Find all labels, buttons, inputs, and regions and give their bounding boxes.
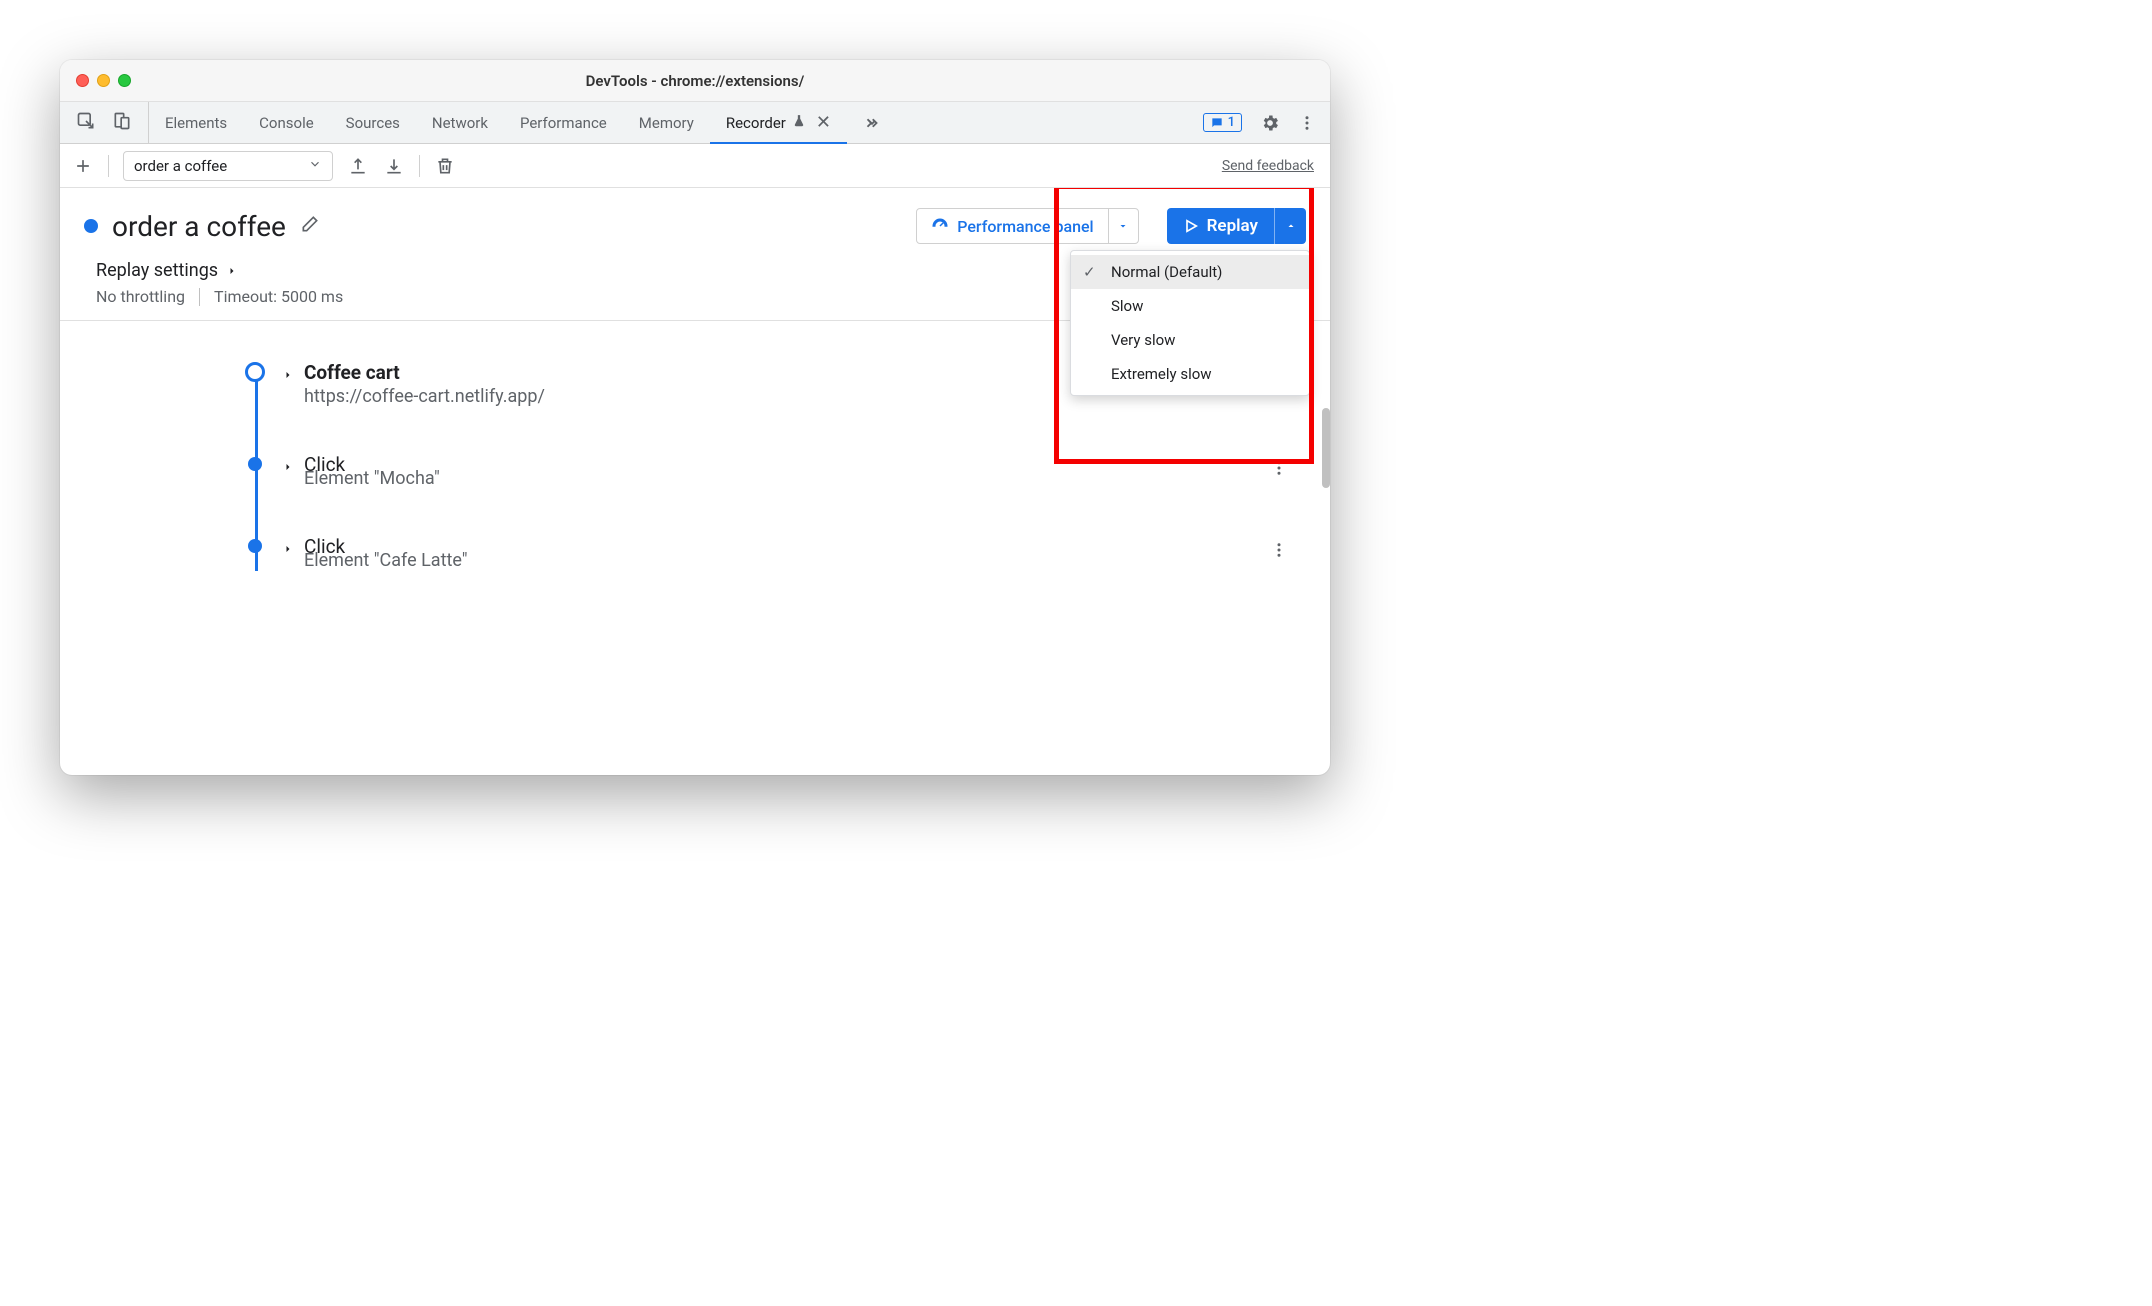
performance-panel-main[interactable]: Performance panel — [917, 209, 1107, 243]
timeline-node — [245, 362, 265, 382]
speed-option-very-slow[interactable]: ✓ Very slow — [1071, 323, 1309, 357]
step-subtitle: Element "Cafe Latte" — [304, 550, 468, 571]
throttling-value: No throttling — [96, 287, 185, 306]
step-title: Click — [304, 535, 317, 548]
step-title: Click — [304, 453, 317, 466]
replay-button[interactable]: Replay — [1167, 208, 1306, 244]
timeline-node — [248, 539, 262, 553]
tabs-right-tools: 1 — [1189, 102, 1330, 143]
replay-label: Replay — [1207, 216, 1258, 236]
chevron-down-icon — [308, 157, 322, 175]
recording-select[interactable]: order a coffee — [123, 151, 333, 181]
minimize-window-button[interactable] — [97, 74, 110, 87]
recording-select-label: order a coffee — [134, 157, 227, 175]
speed-option-slow[interactable]: ✓ Slow — [1071, 289, 1309, 323]
devtools-window: DevTools - chrome://extensions/ Elements… — [60, 60, 1330, 775]
issues-badge[interactable]: 1 — [1203, 113, 1242, 132]
edit-title-icon[interactable] — [300, 214, 320, 238]
replay-speed-menu: ✓ Normal (Default) ✓ Slow ✓ Very slow ✓ … — [1070, 250, 1310, 396]
export-icon[interactable] — [347, 155, 369, 177]
close-tab-icon[interactable]: ✕ — [816, 112, 831, 133]
titlebar: DevTools - chrome://extensions/ — [60, 60, 1330, 102]
issues-count: 1 — [1228, 115, 1235, 130]
maximize-window-button[interactable] — [118, 74, 131, 87]
new-recording-icon[interactable] — [72, 155, 94, 177]
tab-console[interactable]: Console — [243, 102, 330, 143]
import-icon[interactable] — [383, 155, 405, 177]
more-menu-icon[interactable] — [1298, 114, 1316, 132]
flask-icon — [792, 114, 806, 132]
replay-main[interactable]: Replay — [1167, 208, 1274, 244]
speed-option-normal[interactable]: ✓ Normal (Default) — [1071, 255, 1309, 289]
replay-settings-label: Replay settings — [96, 260, 218, 281]
step-title: Coffee cart — [304, 361, 545, 384]
settings-icon[interactable] — [1260, 113, 1280, 133]
recorder-toolbar: order a coffee Send feedback — [60, 144, 1330, 188]
expand-step-icon[interactable] — [282, 458, 294, 477]
tab-network[interactable]: Network — [416, 102, 504, 143]
tab-recorder[interactable]: Recorder ✕ — [710, 102, 847, 143]
traffic-lights — [76, 74, 131, 87]
recording-status-dot — [84, 219, 98, 233]
chevron-right-icon — [226, 265, 238, 277]
step-subtitle: https://coffee-cart.netlify.app/ — [304, 386, 545, 407]
check-icon: ✓ — [1083, 263, 1099, 281]
performance-panel-dropdown[interactable] — [1108, 209, 1138, 243]
close-window-button[interactable] — [76, 74, 89, 87]
performance-panel-label: Performance panel — [957, 217, 1093, 236]
divider — [419, 155, 420, 177]
step-row[interactable]: Click Element "Mocha" — [240, 453, 1294, 489]
tab-sources[interactable]: Sources — [330, 102, 416, 143]
inspect-icon[interactable] — [76, 111, 96, 135]
speed-option-label: Slow — [1111, 297, 1143, 315]
recording-header: order a coffee Performance panel Replay — [60, 188, 1330, 252]
speed-option-label: Normal (Default) — [1111, 263, 1222, 281]
speed-option-extremely-slow[interactable]: ✓ Extremely slow — [1071, 357, 1309, 391]
inspect-tools — [60, 102, 149, 143]
tab-recorder-label: Recorder — [726, 114, 786, 132]
performance-panel-button[interactable]: Performance panel — [916, 208, 1138, 244]
tabs-overflow[interactable] — [847, 102, 897, 143]
speed-option-label: Very slow — [1111, 331, 1175, 349]
step-subtitle: Element "Mocha" — [304, 468, 440, 489]
devtools-tabs: Elements Console Sources Network Perform… — [60, 102, 1330, 144]
tab-memory[interactable]: Memory — [623, 102, 710, 143]
tab-performance[interactable]: Performance — [504, 102, 623, 143]
divider — [199, 288, 200, 306]
scrollbar-thumb[interactable] — [1322, 408, 1330, 488]
send-feedback-link[interactable]: Send feedback — [1222, 158, 1314, 174]
recorder-main: order a coffee Performance panel Replay — [60, 188, 1330, 775]
recording-title: order a coffee — [112, 210, 286, 243]
step-menu-icon[interactable] — [1270, 541, 1288, 563]
tab-elements[interactable]: Elements — [149, 102, 243, 143]
timeline-node — [248, 457, 262, 471]
device-toggle-icon[interactable] — [112, 111, 132, 135]
step-row[interactable]: Click Element "Cafe Latte" — [240, 535, 1294, 571]
step-menu-icon[interactable] — [1270, 459, 1288, 481]
expand-step-icon[interactable] — [282, 540, 294, 559]
divider — [108, 155, 109, 177]
timeout-value: Timeout: 5000 ms — [214, 287, 343, 306]
replay-speed-dropdown[interactable] — [1274, 208, 1306, 244]
expand-step-icon[interactable] — [282, 366, 294, 385]
delete-icon[interactable] — [434, 155, 456, 177]
speed-option-label: Extremely slow — [1111, 365, 1212, 383]
window-title: DevTools - chrome://extensions/ — [60, 72, 1330, 90]
